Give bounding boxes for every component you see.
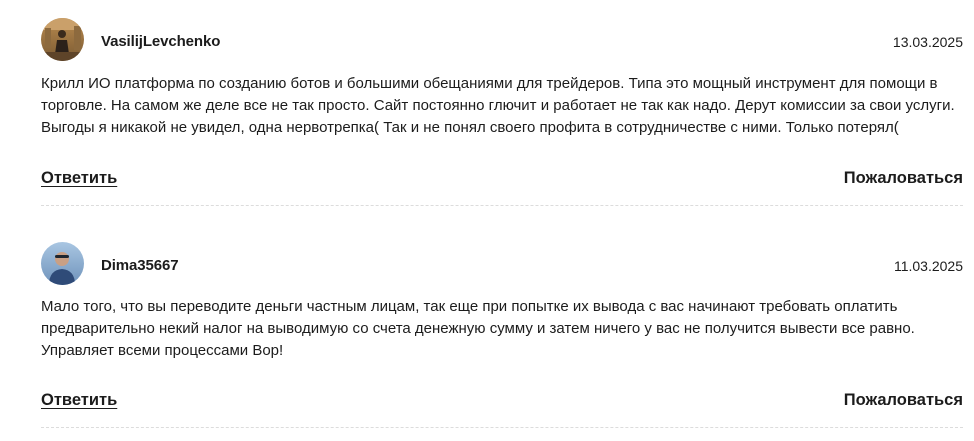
report-button[interactable]: Пожаловаться bbox=[844, 169, 963, 188]
review-date: 11.03.2025 bbox=[893, 258, 963, 274]
avatar[interactable] bbox=[41, 242, 84, 285]
divider bbox=[41, 427, 963, 428]
reply-button[interactable]: Ответить bbox=[41, 169, 117, 188]
avatar[interactable] bbox=[41, 18, 84, 61]
username[interactable]: Dima35667 bbox=[101, 257, 179, 274]
review-item: Dima35667 11.03.2025 Мало того, что вы п… bbox=[41, 222, 963, 441]
report-button[interactable]: Пожаловаться bbox=[844, 391, 963, 410]
username[interactable]: VasilijLevchenko bbox=[101, 33, 220, 50]
review-text: Крилл ИО платформа по созданию ботов и б… bbox=[41, 75, 955, 136]
reply-button[interactable]: Ответить bbox=[41, 391, 117, 410]
reviews-list: VasilijLevchenko 13.03.2025 Крилл ИО пла… bbox=[0, 0, 974, 441]
review-item: VasilijLevchenko 13.03.2025 Крилл ИО пла… bbox=[41, 0, 963, 210]
review-text: Мало того, что вы переводите деньги част… bbox=[41, 298, 915, 359]
divider bbox=[41, 205, 963, 206]
review-date: 13.03.2025 bbox=[892, 34, 963, 50]
